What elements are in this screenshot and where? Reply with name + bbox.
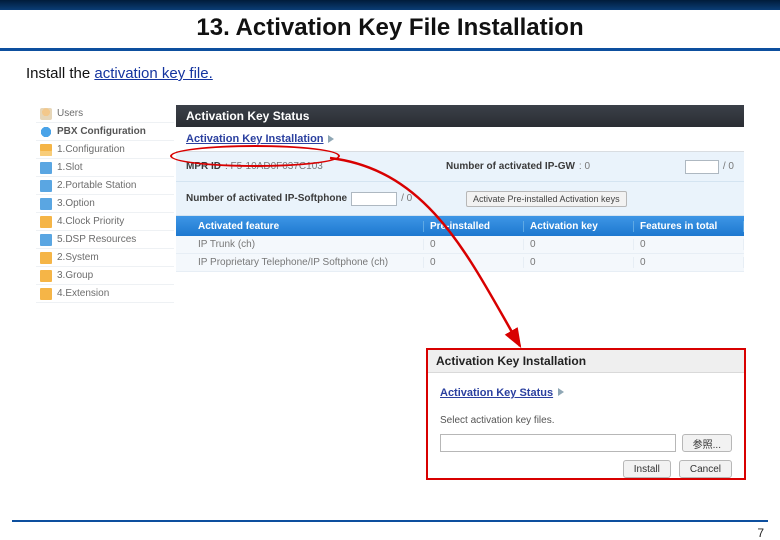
- sidebar-item-label: 1.Configuration: [57, 144, 125, 155]
- num-softphone-label: Number of activated IP-Softphone: [186, 193, 347, 204]
- sidebar-item-label: 2.Portable Station: [57, 180, 137, 191]
- chevron-right-icon: [328, 135, 334, 143]
- activation-key-status-link[interactable]: Activation Key Status: [440, 387, 553, 399]
- table-header: Activated feature Pre-installed Activati…: [176, 216, 744, 236]
- slide: 13. Activation Key File Installation Ins…: [0, 0, 780, 540]
- table-row: IP Trunk (ch) 0 0 0: [176, 236, 744, 254]
- cell-key: 0: [524, 257, 634, 268]
- sidebar-item-pbx-config[interactable]: PBX Configuration: [36, 123, 174, 141]
- table-row: IP Proprietary Telephone/IP Softphone (c…: [176, 254, 744, 272]
- dsp-icon: [40, 234, 52, 246]
- sidebar: Users PBX Configuration 1.Configuration …: [36, 105, 174, 315]
- col-activation-key: Activation key: [524, 221, 634, 232]
- cell-pre: 0: [424, 239, 524, 250]
- sidebar-item-label: 3.Group: [57, 270, 93, 281]
- sidebar-item-users[interactable]: Users: [36, 105, 174, 123]
- clock-icon: [40, 216, 52, 228]
- sidebar-item-label: 5.DSP Resources: [57, 234, 136, 245]
- col-feature: Activated feature: [192, 221, 424, 232]
- panel-instruction: Select activation key files.: [440, 415, 732, 426]
- main-pane: Activation Key Status Activation Key Ins…: [176, 105, 744, 315]
- sidebar-item-4-extension[interactable]: 4.Extension: [36, 285, 174, 303]
- cell-feature: IP Trunk (ch): [192, 239, 424, 250]
- num-ipgw-label: Number of activated IP-GW: [446, 161, 575, 172]
- sidebar-item-5-dsp[interactable]: 5.DSP Resources: [36, 231, 174, 249]
- activate-preinstalled-button[interactable]: Activate Pre-installed Activation keys: [466, 191, 627, 207]
- sidebar-item-3-option[interactable]: 3.Option: [36, 195, 174, 213]
- folder-icon: [40, 252, 52, 264]
- sidebar-item-label: 3.Option: [57, 198, 95, 209]
- info-row-1: MPR ID : F5-10AD0F037C103 Number of acti…: [176, 152, 744, 182]
- mpr-id-value: : F5-10AD0F037C103: [225, 161, 323, 172]
- page-number: 7: [757, 526, 764, 540]
- browse-button[interactable]: 参照...: [682, 434, 732, 452]
- cell-key: 0: [524, 239, 634, 250]
- activation-file-input[interactable]: [440, 434, 676, 452]
- folder-icon: [40, 288, 52, 300]
- col-preinstalled: Pre-installed: [424, 221, 524, 232]
- info-row-2: Number of activated IP-Softphone / 0 Act…: [176, 182, 744, 216]
- activation-key-installation-panel: Activation Key Installation Activation K…: [426, 348, 746, 480]
- footer-rule: [12, 520, 768, 522]
- mpr-id-label: MPR ID: [186, 161, 221, 172]
- slide-title: 13. Activation Key File Installation: [0, 10, 780, 51]
- sidebar-item-label: 4.Clock Priority: [57, 216, 124, 227]
- sidebar-item-label: PBX Configuration: [57, 126, 146, 137]
- slide-subtitle: Install the activation key file.: [0, 51, 780, 92]
- install-button[interactable]: Install: [623, 460, 671, 478]
- ipgw-extra-input[interactable]: [685, 160, 719, 174]
- main-title: Activation Key Status: [176, 105, 744, 127]
- option-icon: [40, 198, 52, 210]
- gear-icon: [40, 126, 52, 138]
- sidebar-item-label: 4.Extension: [57, 288, 109, 299]
- sidebar-item-2-system[interactable]: 2.System: [36, 249, 174, 267]
- folder-icon: [40, 270, 52, 282]
- cell-total: 0: [634, 257, 744, 268]
- sidebar-item-label: Users: [57, 108, 83, 119]
- cell-pre: 0: [424, 257, 524, 268]
- sidebar-item-1-slot[interactable]: 1.Slot: [36, 159, 174, 177]
- sidebar-item-1-configuration[interactable]: 1.Configuration: [36, 141, 174, 159]
- ps-icon: [40, 180, 52, 192]
- cell-feature: IP Proprietary Telephone/IP Softphone (c…: [192, 257, 424, 268]
- cell-total: 0: [634, 239, 744, 250]
- folder-open-icon: [40, 144, 52, 156]
- sidebar-item-4-clock[interactable]: 4.Clock Priority: [36, 213, 174, 231]
- subtitle-prefix: Install the: [26, 65, 94, 82]
- slot-icon: [40, 162, 52, 174]
- softphone-value-input[interactable]: [351, 192, 397, 206]
- num-ipgw-value: : 0: [579, 161, 590, 172]
- panel-title: Activation Key Installation: [428, 350, 744, 373]
- col-total: Features in total: [634, 221, 744, 232]
- cancel-button[interactable]: Cancel: [679, 460, 732, 478]
- sidebar-item-3-group[interactable]: 3.Group: [36, 267, 174, 285]
- users-icon: [40, 108, 52, 120]
- softphone-value-text: / 0: [401, 193, 412, 204]
- ipgw-extra-text: / 0: [723, 161, 734, 172]
- pbx-console-screenshot: Users PBX Configuration 1.Configuration …: [36, 105, 744, 315]
- sidebar-item-label: 2.System: [57, 252, 99, 263]
- subtitle-link: activation key file.: [94, 65, 212, 82]
- sidebar-item-label: 1.Slot: [57, 162, 83, 173]
- link-row: Activation Key Installation: [176, 127, 744, 152]
- chevron-right-icon: [558, 388, 564, 396]
- top-accent-strip: [0, 0, 780, 10]
- activation-key-installation-link[interactable]: Activation Key Installation: [186, 133, 324, 145]
- sidebar-item-2-portable[interactable]: 2.Portable Station: [36, 177, 174, 195]
